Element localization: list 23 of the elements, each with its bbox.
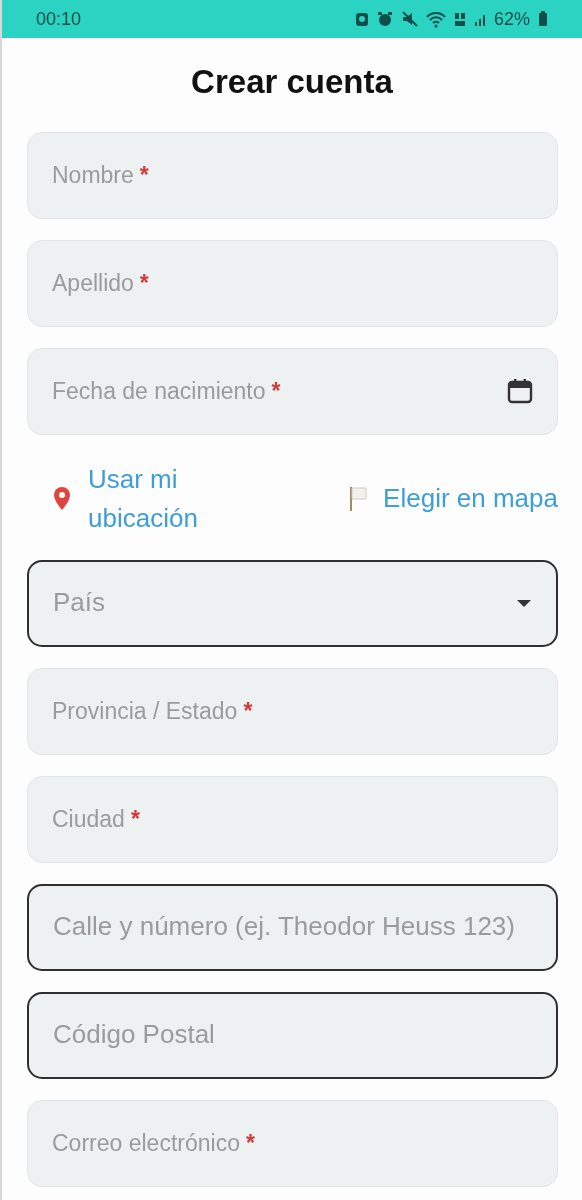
flag-icon: [349, 485, 368, 512]
wifi-icon: [425, 10, 446, 28]
input-field[interactable]: Nombre *: [27, 131, 558, 219]
date-field[interactable]: Fecha de nacimiento *: [27, 347, 558, 435]
location-pin-icon: [52, 486, 72, 512]
battery-percent: 62%: [493, 7, 530, 31]
input-field[interactable]: Correo electrónico *: [27, 1099, 558, 1187]
use-location-link[interactable]: Usar mi ubicación: [88, 459, 238, 538]
input-field[interactable]: Apellido *: [27, 239, 558, 327]
map-link[interactable]: Elegir en mapa: [383, 479, 558, 519]
battery-icon: [538, 11, 548, 27]
status-time: 00:10: [36, 7, 82, 31]
input-field[interactable]: Código Postal: [27, 991, 558, 1079]
caret-icon: [516, 598, 532, 609]
page-title: Crear cuenta: [190, 62, 394, 102]
calendar-icon: [507, 378, 533, 405]
input-field[interactable]: Calle y número (ej. Theodor Heuss 123): [27, 883, 558, 971]
input-field[interactable]: Ciudad *: [27, 775, 558, 863]
lock-icon: [354, 10, 369, 28]
alarm-icon: [376, 10, 393, 28]
input-field[interactable]: Provincia / Estado *: [27, 667, 558, 755]
mute-icon: [400, 10, 418, 28]
country-dropdown[interactable]: País: [27, 559, 558, 647]
